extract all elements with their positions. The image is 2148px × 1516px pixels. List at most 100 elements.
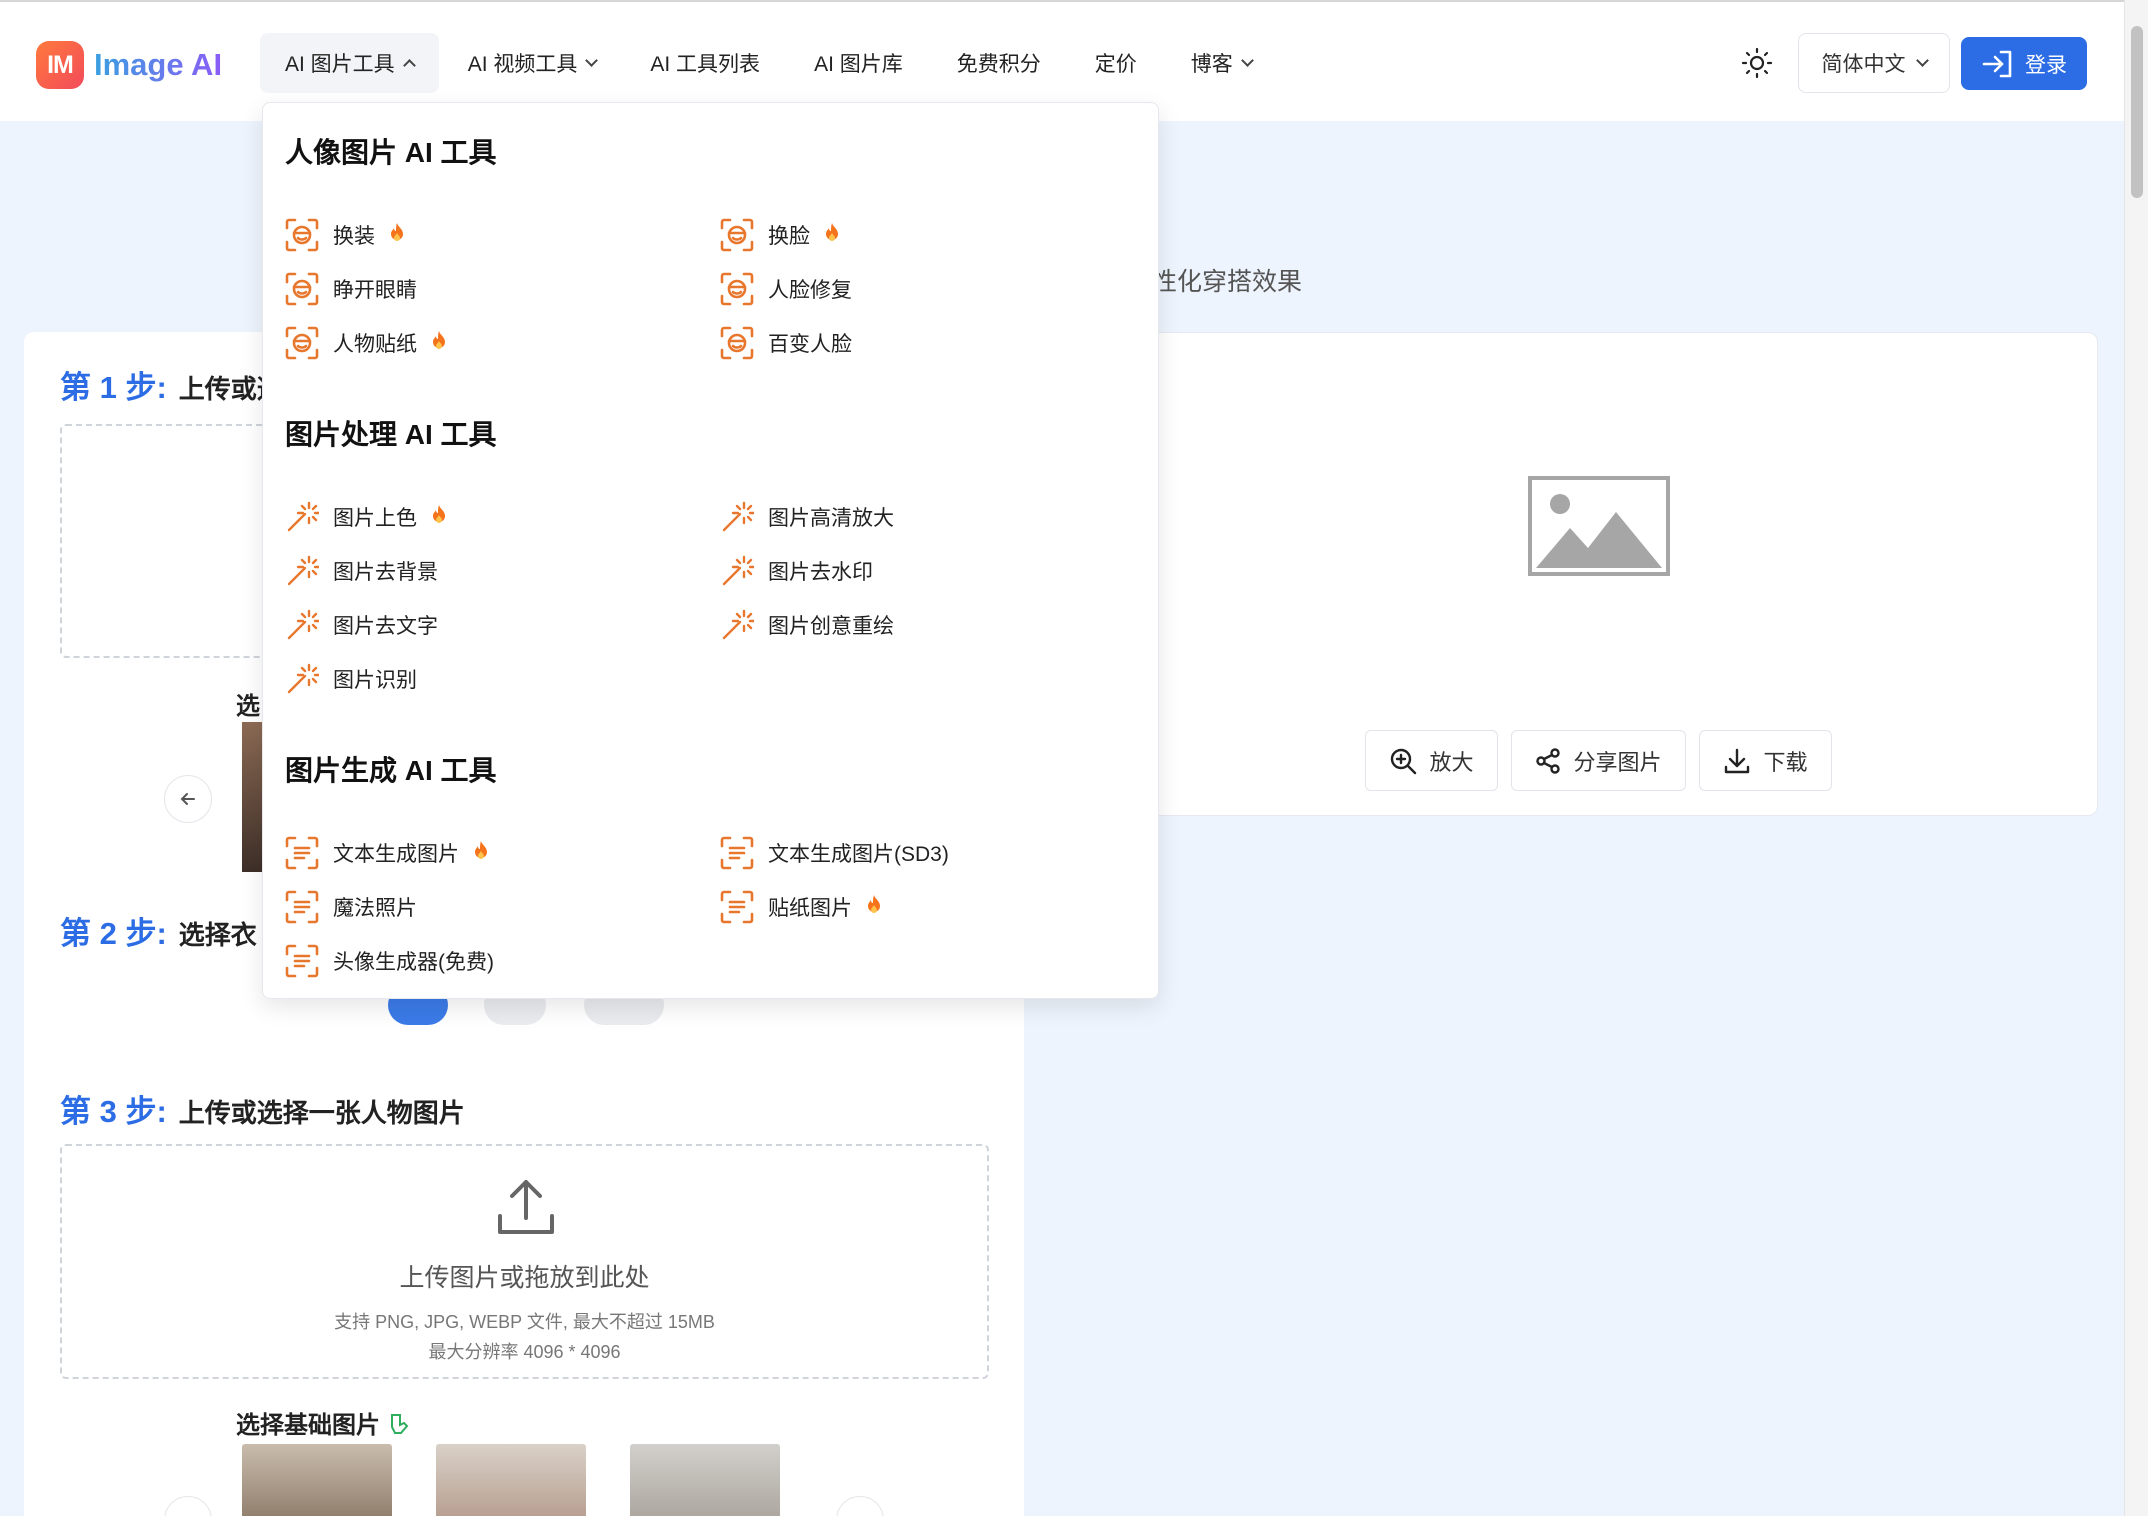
nav-label: 定价 [1094, 53, 1137, 76]
nav-label: AI 工具列表 [650, 53, 761, 76]
menu-item-label: 贴纸图片 [768, 897, 852, 920]
nav-blog[interactable]: 博客 [1166, 33, 1277, 93]
menu-item-text-to-image[interactable]: 文本生成图片 [285, 835, 489, 871]
chevron-down-icon [1240, 54, 1254, 67]
nav-pricing[interactable]: 定价 [1070, 33, 1162, 93]
language-select[interactable]: 简体中文 [1798, 33, 1950, 93]
magic-wand-icon [720, 608, 754, 642]
menu-item-image-recognition[interactable]: 图片识别 [285, 661, 417, 697]
main-nav: AI 图片工具 AI 视频工具 AI 工具列表 AI 图片库 免费积分 定价 博… [260, 33, 1281, 93]
scrollbar-thumb[interactable] [2131, 26, 2143, 198]
step-3-title: 第 3 步: 上传或选择一张人物图片 [60, 1086, 465, 1131]
menu-item-text-to-image-sd3[interactable]: 文本生成图片(SD3) [720, 835, 949, 871]
sun-icon [1741, 47, 1773, 79]
carousel-prev-button[interactable] [164, 775, 212, 823]
nav-label: AI 图片库 [814, 53, 903, 76]
menu-item-face-morph[interactable]: 百变人脸 [720, 325, 852, 361]
magic-wand-icon [720, 554, 754, 588]
theme-toggle-button[interactable] [1740, 46, 1774, 80]
magic-wand-icon [285, 662, 319, 696]
menu-item-label: 文本生成图片 [333, 843, 459, 866]
menu-item-magic-photo[interactable]: 魔法照片 [285, 889, 417, 925]
base-image-thumbnail[interactable] [630, 1444, 780, 1516]
section-title-processing: 图片处理 AI 工具 [285, 419, 497, 450]
logo-text: Image AI [94, 47, 223, 82]
menu-item-label: 图片上色 [333, 507, 417, 530]
garment-upload-area[interactable] [60, 424, 270, 658]
menu-item-label: 人物贴纸 [333, 333, 417, 356]
menu-item-outfit-swap[interactable]: 换装 [285, 217, 405, 253]
menu-item-avatar-generator[interactable]: 头像生成器(免费) [285, 943, 494, 979]
nav-ai-tool-list[interactable]: AI 工具列表 [625, 33, 785, 93]
fire-icon [431, 504, 447, 530]
menu-item-colorize[interactable]: 图片上色 [285, 499, 447, 535]
base-image-thumbnail[interactable] [436, 1444, 586, 1516]
step-2-title: 第 2 步: 选择衣 [60, 908, 257, 953]
fire-icon [866, 894, 882, 920]
menu-item-upscale[interactable]: 图片高清放大 [720, 499, 894, 535]
zoom-label: 放大 [1429, 749, 1474, 775]
menu-item-label: 图片去水印 [768, 561, 873, 584]
menu-item-creative-redraw[interactable]: 图片创意重绘 [720, 607, 894, 643]
magic-wand-icon [720, 500, 754, 534]
nav-ai-image-tools[interactable]: AI 图片工具 [260, 33, 439, 93]
chevron-down-icon [585, 54, 599, 67]
share-image-button[interactable]: 分享图片 [1511, 730, 1686, 791]
menu-item-person-sticker[interactable]: 人物贴纸 [285, 325, 447, 361]
menu-item-label: 图片去文字 [333, 615, 438, 638]
nav-ai-video-tools[interactable]: AI 视频工具 [443, 33, 622, 93]
menu-item-remove-text[interactable]: 图片去文字 [285, 607, 438, 643]
download-button[interactable]: 下载 [1699, 730, 1832, 791]
nav-label: 免费积分 [956, 53, 1041, 76]
upload-icon [498, 1180, 554, 1234]
text-scan-icon [285, 890, 319, 924]
face-scan-icon [720, 326, 754, 360]
nav-label: AI 视频工具 [467, 53, 578, 76]
menu-item-label: 百变人脸 [768, 333, 852, 356]
menu-item-label: 魔法照片 [333, 897, 417, 920]
text-scan-icon [285, 944, 319, 978]
step-number: 第 2 步: [60, 916, 167, 951]
menu-item-label: 图片高清放大 [768, 507, 894, 530]
chevron-up-icon [402, 59, 416, 72]
face-scan-icon [720, 218, 754, 252]
menu-item-sticker-image[interactable]: 贴纸图片 [720, 889, 882, 925]
face-scan-icon [285, 272, 319, 306]
fire-icon [473, 840, 489, 866]
zoom-button[interactable]: 放大 [1365, 730, 1498, 791]
download-label: 下载 [1763, 749, 1808, 775]
menu-item-label: 人脸修复 [768, 279, 852, 302]
logo-badge: IM [36, 41, 84, 89]
logo[interactable]: IM Image AI [36, 41, 222, 89]
login-button[interactable]: 登录 [1961, 37, 2087, 90]
nav-ai-image-gallery[interactable]: AI 图片库 [789, 33, 928, 93]
menu-item-face-swap[interactable]: 换脸 [720, 217, 840, 253]
chevron-down-icon [1915, 54, 1929, 67]
menu-item-label: 睁开眼睛 [333, 279, 417, 302]
menu-item-face-restore[interactable]: 人脸修复 [720, 271, 852, 307]
fire-icon [389, 222, 405, 248]
menu-item-remove-watermark[interactable]: 图片去水印 [720, 553, 873, 589]
upload-hint: 支持 PNG, JPG, WEBP 文件, 最大不超过 15MB [334, 1312, 715, 1332]
choose-garment-label: 选 [236, 693, 260, 720]
text-scan-icon [720, 836, 754, 870]
menu-item-label: 文本生成图片(SD3) [768, 843, 949, 866]
choose-base-text: 选择基础图片 [236, 1412, 380, 1439]
menu-item-label: 图片识别 [333, 669, 417, 692]
menu-item-remove-background[interactable]: 图片去背景 [285, 553, 438, 589]
person-upload-area[interactable]: 上传图片或拖放到此处 支持 PNG, JPG, WEBP 文件, 最大不超过 1… [60, 1144, 989, 1379]
magic-wand-icon [285, 608, 319, 642]
upload-resolution-hint: 最大分辨率 4096 * 4096 [428, 1342, 621, 1362]
base-image-thumbnail[interactable] [242, 1444, 392, 1516]
nav-free-credits[interactable]: 免费积分 [932, 33, 1066, 93]
arrow-left-icon [180, 793, 195, 805]
page-scrollbar[interactable] [2124, 0, 2148, 1516]
garment-thumbnail[interactable] [242, 722, 264, 872]
section-title-generation: 图片生成 AI 工具 [285, 755, 497, 786]
step-text: 上传或选择一张人物图片 [178, 1098, 465, 1128]
menu-item-label: 图片创意重绘 [768, 615, 894, 638]
face-scan-icon [285, 326, 319, 360]
magic-wand-icon [285, 554, 319, 588]
menu-item-open-eyes[interactable]: 睁开眼睛 [285, 271, 417, 307]
face-scan-icon [720, 272, 754, 306]
